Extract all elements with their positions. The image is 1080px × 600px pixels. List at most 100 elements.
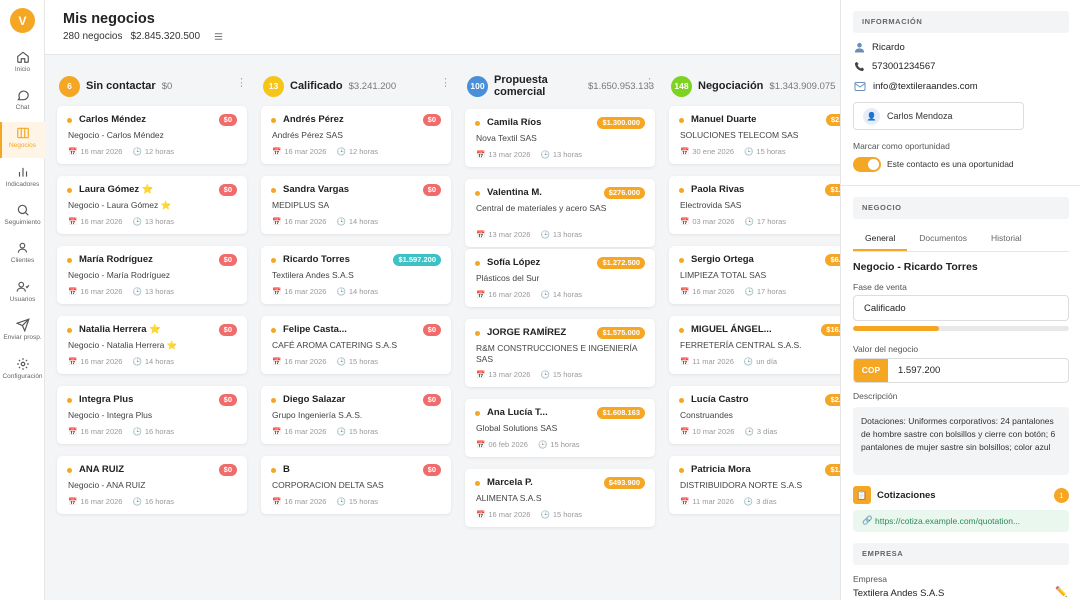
- deal-card[interactable]: ANA RUIZ $0 Negocio - ANA RUIZ 📅 16 mar 2026…: [57, 456, 247, 514]
- detail-panel: INFORMACIÓN Ricardo 573001234567 info@te…: [840, 0, 1080, 600]
- card-company: FERRETERÍA CENTRAL S.A.S.: [680, 340, 802, 350]
- deal-card[interactable]: Marcela P. $493.900 ALIMENTA S.A.S 📅 16 mar …: [465, 469, 655, 527]
- deal-card[interactable]: Integra Plus $0 Negocio - Integra Plus 📅 16 …: [57, 386, 247, 444]
- card-date: 11 mar 2026: [692, 497, 734, 506]
- deal-card[interactable]: Andrés Pérez $0 Andrés Pérez SAS 📅 16 mar 20…: [261, 106, 451, 164]
- status-dot: [271, 118, 276, 123]
- nav-label: Clientes: [10, 257, 35, 264]
- card-contact-name: JORGE RAMÍREZ: [487, 327, 567, 338]
- status-dot: [67, 328, 72, 333]
- deal-card[interactable]: Valentina M. $276.000 Central de materiale…: [465, 179, 655, 247]
- card-time: 15 horas: [756, 147, 786, 156]
- send-icon: [15, 318, 30, 332]
- tab-general[interactable]: General: [853, 226, 908, 251]
- calendar-icon: 📅: [68, 287, 78, 296]
- deal-card[interactable]: Paola Rivas$1.781.000Electrovida SAS📅03 …: [669, 176, 873, 234]
- user-avatar[interactable]: V: [10, 8, 35, 33]
- quote-link[interactable]: https://cotiza.example.com/quotation...: [875, 516, 1020, 526]
- deal-card[interactable]: Carlos Méndez $0 Negocio - Carlos Méndez 📅 1…: [57, 106, 247, 164]
- card-meta: 📅 16 mar 2026 🕒 15 horas: [272, 497, 378, 506]
- calendar-icon: 📅: [272, 357, 282, 366]
- more-icon[interactable]: ⋮: [236, 78, 247, 89]
- quote-link-box[interactable]: 🔗 https://cotiza.example.com/quotation..…: [853, 510, 1069, 532]
- card-time: 15 horas: [550, 440, 580, 449]
- deal-total: $2.845.320.500: [130, 31, 201, 42]
- column-total: $3.241.200: [348, 80, 397, 92]
- deal-card[interactable]: Diego Salazar $0 Grupo Ingeniería S.A.S. 📅 1…: [261, 386, 451, 444]
- deal-card[interactable]: Sofía López $1.272.500 Plásticos del Sur 📅 1…: [465, 249, 655, 307]
- deal-card[interactable]: Camila Ríos $1.300.000 Nova Textil SAS 📅 13 …: [465, 109, 655, 167]
- stage-select[interactable]: Calificado: [853, 295, 1069, 321]
- more-icon[interactable]: ⋮: [440, 78, 451, 89]
- card-value-badge: $0: [218, 464, 237, 476]
- nav-item-enviar[interactable]: Enviar prosp.: [0, 314, 45, 350]
- currency-tag: COP: [854, 359, 888, 382]
- nav-item-seguimiento[interactable]: Seguimiento: [0, 199, 45, 235]
- deal-value: 1.597.200: [898, 365, 941, 376]
- more-icon[interactable]: ⋮: [644, 78, 655, 89]
- contact-email[interactable]: info@textileraandes.com: [873, 81, 978, 92]
- deal-card[interactable]: Natalia Herrera ⭐ $0 Negocio - Natalia Her…: [57, 316, 247, 374]
- card-time: un día: [756, 357, 778, 366]
- deal-name: Negocio - Ricardo Torres: [853, 261, 978, 273]
- deal-card[interactable]: Felipe Casta... $0 CAFÉ AROMA CATERING S.A…: [261, 316, 451, 374]
- clock-icon: 🕒: [540, 510, 550, 519]
- nav-item-indicadores[interactable]: Indicadores: [0, 161, 45, 197]
- deal-card[interactable]: Sandra Vargas $0 MEDIPLUS SA 📅 16 mar 2026 🕒 1…: [261, 176, 451, 234]
- list-icon[interactable]: [213, 31, 224, 42]
- edit-icon[interactable]: ✏️: [1055, 587, 1067, 598]
- description-box[interactable]: Dotaciones: Uniformes corporativos: 24 p…: [853, 407, 1069, 475]
- card-company: Negocio - Natalia Herrera ⭐: [68, 340, 178, 350]
- card-time: 13 horas: [144, 217, 174, 226]
- deal-card[interactable]: Patricia Mora$1.520.000DISTRIBUIDORA NOR…: [669, 456, 873, 514]
- status-dot: [679, 188, 684, 193]
- deal-card[interactable]: Sergio Ortega$6.218.400LIMPIEZA TOTAL SA…: [669, 246, 873, 304]
- tab-historial[interactable]: Historial: [979, 226, 1034, 251]
- calendar-icon: 📅: [272, 287, 282, 296]
- card-value-badge: $0: [218, 394, 237, 406]
- deal-value-input[interactable]: COP 1.597.200: [853, 358, 1069, 383]
- deal-card[interactable]: Manuel Duarte$2.110.025SOLUCIONES TELECO…: [669, 106, 873, 164]
- calendar-icon: 📅: [68, 357, 78, 366]
- contact-phone[interactable]: 573001234567: [872, 61, 935, 72]
- card-meta: 📅 11 mar 2026 🕒 un día: [680, 357, 777, 366]
- card-contact-name: Felipe Casta...: [283, 324, 347, 335]
- nav-label: Configuración: [2, 373, 43, 380]
- description-text: Dotaciones: Uniformes corporativos: 24 p…: [861, 416, 1056, 452]
- nav-item-clientes[interactable]: Clientes: [0, 237, 45, 273]
- card-contact-name: Lucía Castro: [691, 394, 749, 405]
- deal-card[interactable]: JORGE RAMÍREZ $1.575.000 R&M CONSTRUCCIONE…: [465, 319, 655, 387]
- deal-card[interactable]: Ricardo Torres $1.597.200 Textilera Andes …: [261, 246, 451, 304]
- owner-selector[interactable]: 👤 Carlos Mendoza: [853, 102, 1024, 130]
- chat-icon: [16, 90, 29, 101]
- nav-item-configuracion[interactable]: Configuración: [0, 353, 45, 389]
- status-dot: [475, 411, 480, 416]
- calendar-icon: 📅: [680, 497, 690, 506]
- deal-card[interactable]: Ana Lucía T... $1.608.163 Global Solutions…: [465, 399, 655, 457]
- column-title: Propuesta comercial: [494, 74, 548, 98]
- status-dot: [475, 191, 480, 196]
- nav-item-usuarios[interactable]: Usuarios: [0, 276, 45, 312]
- calendar-icon: 📅: [272, 497, 282, 506]
- nav-item-negocios[interactable]: Negocios: [0, 122, 45, 158]
- opportunity-toggle[interactable]: [853, 157, 881, 172]
- deal-card[interactable]: María Rodríguez $0 Negocio - María Rodrígu…: [57, 246, 247, 304]
- nav-item-inicio[interactable]: Inicio: [0, 46, 45, 82]
- tab-documentos[interactable]: Documentos: [907, 226, 979, 251]
- calendar-icon: 📅: [68, 427, 78, 436]
- status-dot: [679, 398, 684, 403]
- card-value-badge: $0: [218, 324, 237, 336]
- card-value-badge: $0: [422, 324, 441, 336]
- card-company: Nova Textil SAS: [476, 133, 537, 143]
- card-company: Construandes: [680, 410, 733, 420]
- card-date: 16 mar 2026: [488, 290, 531, 299]
- deal-card[interactable]: Laura Gómez ⭐ $0 Negocio - Laura Gómez ⭐ 📅 1…: [57, 176, 247, 234]
- status-dot: [475, 261, 480, 266]
- deal-card[interactable]: B $0 CORPORACION DELTA SAS 📅 16 mar 2026 🕒 15 …: [261, 456, 451, 514]
- nav-item-chat[interactable]: Chat: [0, 84, 45, 120]
- calendar-icon: 📅: [68, 217, 78, 226]
- deal-card[interactable]: Lucía Castro$2.400.000Construandes📅10 ma…: [669, 386, 873, 444]
- column-header: 100 Propuesta comercial $1.650.953.133 ⋮: [467, 72, 655, 100]
- deal-card[interactable]: MIGUEL ÁNGEL...$16.344.360FERRETERÍA CEN…: [669, 316, 873, 374]
- link-icon: 🔗: [862, 515, 873, 525]
